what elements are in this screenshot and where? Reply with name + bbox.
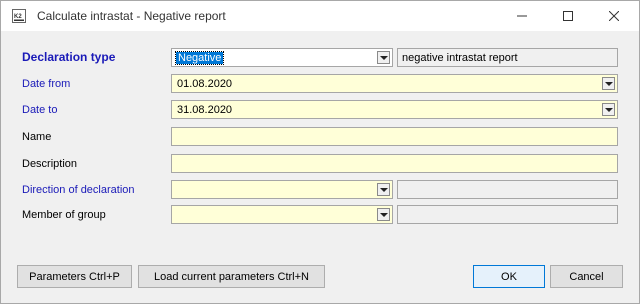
declaration-type-label: Declaration type bbox=[22, 50, 116, 64]
member-group-select[interactable] bbox=[171, 205, 393, 224]
declaration-type-value: Negative bbox=[174, 51, 225, 65]
minimize-icon[interactable] bbox=[499, 1, 545, 31]
ok-button[interactable]: OK bbox=[473, 265, 545, 288]
date-from-field[interactable]: 01.08.2020 bbox=[171, 74, 618, 93]
window-title: Calculate intrastat - Negative report bbox=[37, 9, 226, 23]
parameters-button[interactable]: Parameters Ctrl+P bbox=[17, 265, 132, 288]
chevron-down-icon[interactable] bbox=[602, 103, 615, 116]
declaration-type-select[interactable]: Negative bbox=[171, 48, 393, 67]
description-field[interactable] bbox=[171, 154, 618, 173]
chevron-down-icon[interactable] bbox=[602, 77, 615, 90]
direction-select[interactable] bbox=[171, 180, 393, 199]
load-parameters-button[interactable]: Load current parameters Ctrl+N bbox=[138, 265, 325, 288]
chevron-down-icon[interactable] bbox=[377, 208, 390, 221]
member-group-description bbox=[397, 205, 618, 224]
name-field[interactable] bbox=[171, 127, 618, 146]
title-bar[interactable]: K2 Calculate intrastat - Negative report bbox=[1, 1, 639, 31]
direction-description bbox=[397, 180, 618, 199]
date-from-label: Date from bbox=[22, 78, 71, 90]
cancel-button[interactable]: Cancel bbox=[550, 265, 623, 288]
dialog-window: K2 Calculate intrastat - Negative report… bbox=[0, 0, 640, 304]
k2-app-icon: K2 bbox=[12, 9, 26, 23]
description-label: Description bbox=[22, 158, 78, 170]
declaration-type-description: negative intrastat report bbox=[397, 48, 618, 67]
date-to-label: Date to bbox=[22, 104, 58, 116]
direction-label: Direction of declaration bbox=[22, 184, 135, 196]
maximize-icon[interactable] bbox=[545, 1, 591, 31]
svg-text:K2: K2 bbox=[14, 14, 22, 20]
chevron-down-icon[interactable] bbox=[377, 183, 390, 196]
name-label: Name bbox=[22, 131, 52, 143]
date-to-field[interactable]: 31.08.2020 bbox=[171, 100, 618, 119]
member-group-label: Member of group bbox=[22, 209, 106, 221]
chevron-down-icon[interactable] bbox=[377, 51, 390, 64]
close-icon[interactable] bbox=[591, 1, 637, 31]
